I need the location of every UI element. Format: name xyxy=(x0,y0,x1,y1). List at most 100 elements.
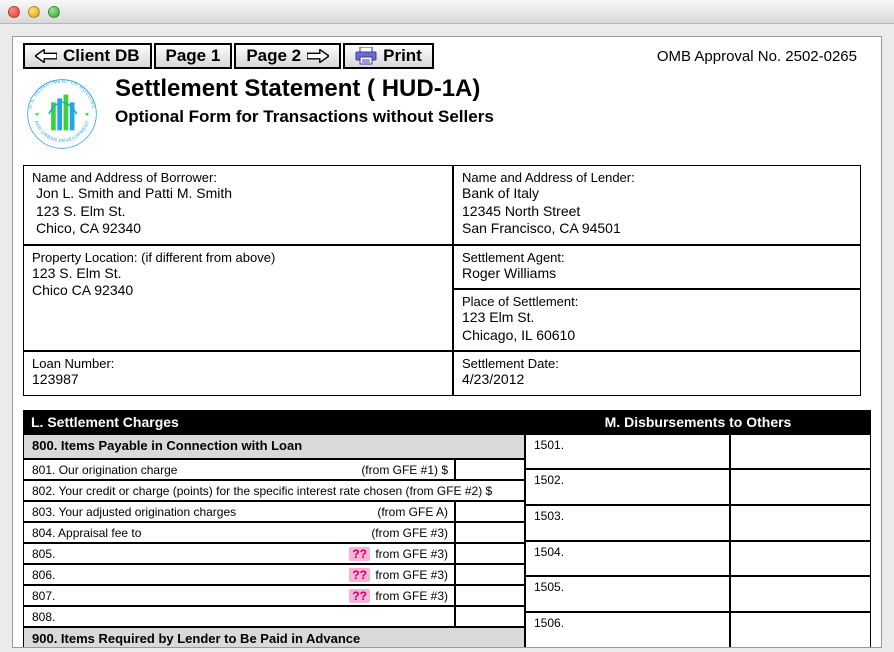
disb-1503-amt[interactable] xyxy=(730,505,871,541)
page2-button[interactable]: Page 2 xyxy=(234,43,341,69)
document-header: U.S. DEPARTMENT OF HOUSING AND URBAN DEV… xyxy=(23,75,871,153)
toolbar: Client DB Page 1 Page 2 Print OMB Approv… xyxy=(23,43,871,69)
hint-icon: ?? xyxy=(349,568,370,582)
row-807-text: 807. xyxy=(32,589,55,603)
borrower-line1: Jon L. Smith and Patti M. Smith xyxy=(36,185,444,203)
row-801-amount[interactable] xyxy=(455,459,525,480)
disb-1502[interactable]: 1502. xyxy=(525,469,730,505)
section-m-header: M. Disbursements to Others xyxy=(525,410,871,434)
sdate-label: Settlement Date: xyxy=(462,356,852,371)
borrower-line2: 123 S. Elm St. xyxy=(36,203,444,221)
place-cell: Place of Settlement: 123 Elm St. Chicago… xyxy=(453,289,861,351)
row-801-tail: (from GFE #1) $ xyxy=(361,463,448,477)
hint-icon: ?? xyxy=(349,547,370,561)
disb-1502-amt[interactable] xyxy=(730,469,871,505)
minimize-icon[interactable] xyxy=(28,6,40,18)
row-805-tail: ?? from GFE #3) xyxy=(349,547,448,561)
client-db-button[interactable]: Client DB xyxy=(23,43,152,69)
lender-cell: Name and Address of Lender: Bank of Ital… xyxy=(453,165,861,245)
row-803-text: 803. Your adjusted origination charges xyxy=(32,505,236,519)
row-805: 805. ?? from GFE #3) xyxy=(23,543,455,564)
disb-1505[interactable]: 1505. xyxy=(525,576,730,612)
row-801-text: 801. Our origination charge xyxy=(32,463,177,477)
disb-1501[interactable]: 1501. xyxy=(525,434,730,470)
info-grid: Name and Address of Borrower: Jon L. Smi… xyxy=(23,165,871,396)
row-802: 802. Your credit or charge (points) for … xyxy=(23,480,525,501)
charges-section: L. Settlement Charges 800. Items Payable… xyxy=(23,410,871,649)
row-808-amount[interactable] xyxy=(455,606,525,627)
row-801: 801. Our origination charge (from GFE #1)… xyxy=(23,459,455,480)
omb-approval: OMB Approval No. 2502-0265 xyxy=(657,48,871,65)
borrower-label: Name and Address of Borrower: xyxy=(32,170,444,185)
page-title: Settlement Statement ( HUD-1A) xyxy=(115,75,494,103)
row-805-text: 805. xyxy=(32,547,55,561)
lender-line3: San Francisco, CA 94501 xyxy=(462,220,852,238)
row-805-amount[interactable] xyxy=(455,543,525,564)
place-label: Place of Settlement: xyxy=(462,294,852,309)
arrow-left-icon xyxy=(35,49,57,63)
page1-label: Page 1 xyxy=(166,46,221,66)
disb-1506[interactable]: 1506. xyxy=(525,612,730,648)
property-line1: 123 S. Elm St. xyxy=(32,265,444,283)
settlement-date-cell: Settlement Date: 4/23/2012 xyxy=(453,351,861,396)
place-line2: Chicago, IL 60610 xyxy=(462,327,852,345)
lender-label: Name and Address of Lender: xyxy=(462,170,852,185)
row-802-text: 802. Your credit or charge (points) for … xyxy=(32,484,492,498)
row-807: 807. ?? from GFE #3) xyxy=(23,585,455,606)
row-803-amount[interactable] xyxy=(455,501,525,522)
agent-cell: Settlement Agent: Roger Williams xyxy=(453,245,861,290)
row-806: 806. ?? from GFE #3) xyxy=(23,564,455,585)
row-806-amount[interactable] xyxy=(455,564,525,585)
loan-cell: Loan Number: 123987 xyxy=(23,351,453,396)
disb-1505-amt[interactable] xyxy=(730,576,871,612)
row-804-text: 804. Appraisal fee to xyxy=(32,526,141,540)
settlement-charges-col: L. Settlement Charges 800. Items Payable… xyxy=(23,410,525,649)
row-803-tail: (from GFE A) xyxy=(377,505,448,519)
page1-button[interactable]: Page 1 xyxy=(154,43,233,69)
row-804-amount[interactable] xyxy=(455,522,525,543)
page2-label: Page 2 xyxy=(246,46,301,66)
page-subtitle: Optional Form for Transactions without S… xyxy=(115,107,494,127)
row-806-tail: ?? from GFE #3) xyxy=(349,568,448,582)
property-label: Property Location: (if different from ab… xyxy=(32,250,444,265)
document-titles: Settlement Statement ( HUD-1A) Optional … xyxy=(115,75,494,127)
disb-1504[interactable]: 1504. xyxy=(525,541,730,577)
printer-icon xyxy=(355,47,377,65)
agent-name: Roger Williams xyxy=(462,265,852,283)
borrower-cell: Name and Address of Borrower: Jon L. Smi… xyxy=(23,165,453,245)
disb-1504-amt[interactable] xyxy=(730,541,871,577)
hud-seal-icon: U.S. DEPARTMENT OF HOUSING AND URBAN DEV… xyxy=(23,75,101,153)
row-806-text: 806. xyxy=(32,568,55,582)
row-804: 804. Appraisal fee to(from GFE #3) xyxy=(23,522,455,543)
row-808-text: 808. xyxy=(32,610,55,624)
property-cell: Property Location: (if different from ab… xyxy=(23,245,453,352)
disb-1503[interactable]: 1503. xyxy=(525,505,730,541)
disbursements-col: M. Disbursements to Others 1501. 1502. 1… xyxy=(525,410,871,649)
row-807-amount[interactable] xyxy=(455,585,525,606)
document-page: Client DB Page 1 Page 2 Print OMB Approv… xyxy=(12,36,882,648)
svg-text:U.S. DEPARTMENT OF HOUSING: U.S. DEPARTMENT OF HOUSING xyxy=(27,79,97,110)
section-l-header: L. Settlement Charges xyxy=(23,410,525,434)
lender-line2: 12345 North Street xyxy=(462,203,852,221)
arrow-right-icon xyxy=(307,49,329,63)
place-line1: 123 Elm St. xyxy=(462,309,852,327)
client-db-label: Client DB xyxy=(63,46,140,66)
section-900-header: 900. Items Required by Lender to Be Paid… xyxy=(23,627,525,649)
loan-value: 123987 xyxy=(32,371,444,389)
borrower-line3: Chico, CA 92340 xyxy=(36,220,444,238)
agent-label: Settlement Agent: xyxy=(462,250,852,265)
row-807-tail: ?? from GFE #3) xyxy=(349,589,448,603)
lender-line1: Bank of Italy xyxy=(462,185,852,203)
row-803: 803. Your adjusted origination charges (f… xyxy=(23,501,455,522)
print-button[interactable]: Print xyxy=(343,43,434,69)
loan-label: Loan Number: xyxy=(32,356,444,371)
close-icon[interactable] xyxy=(8,6,20,18)
hint-icon: ?? xyxy=(349,589,370,603)
window-titlebar xyxy=(0,0,894,24)
disb-1501-amt[interactable] xyxy=(730,434,871,470)
zoom-icon[interactable] xyxy=(48,6,60,18)
property-line2: Chico CA 92340 xyxy=(32,282,444,300)
disb-1506-amt[interactable] xyxy=(730,612,871,648)
section-800-header: 800. Items Payable in Connection with Lo… xyxy=(23,434,525,459)
print-label: Print xyxy=(383,46,422,66)
